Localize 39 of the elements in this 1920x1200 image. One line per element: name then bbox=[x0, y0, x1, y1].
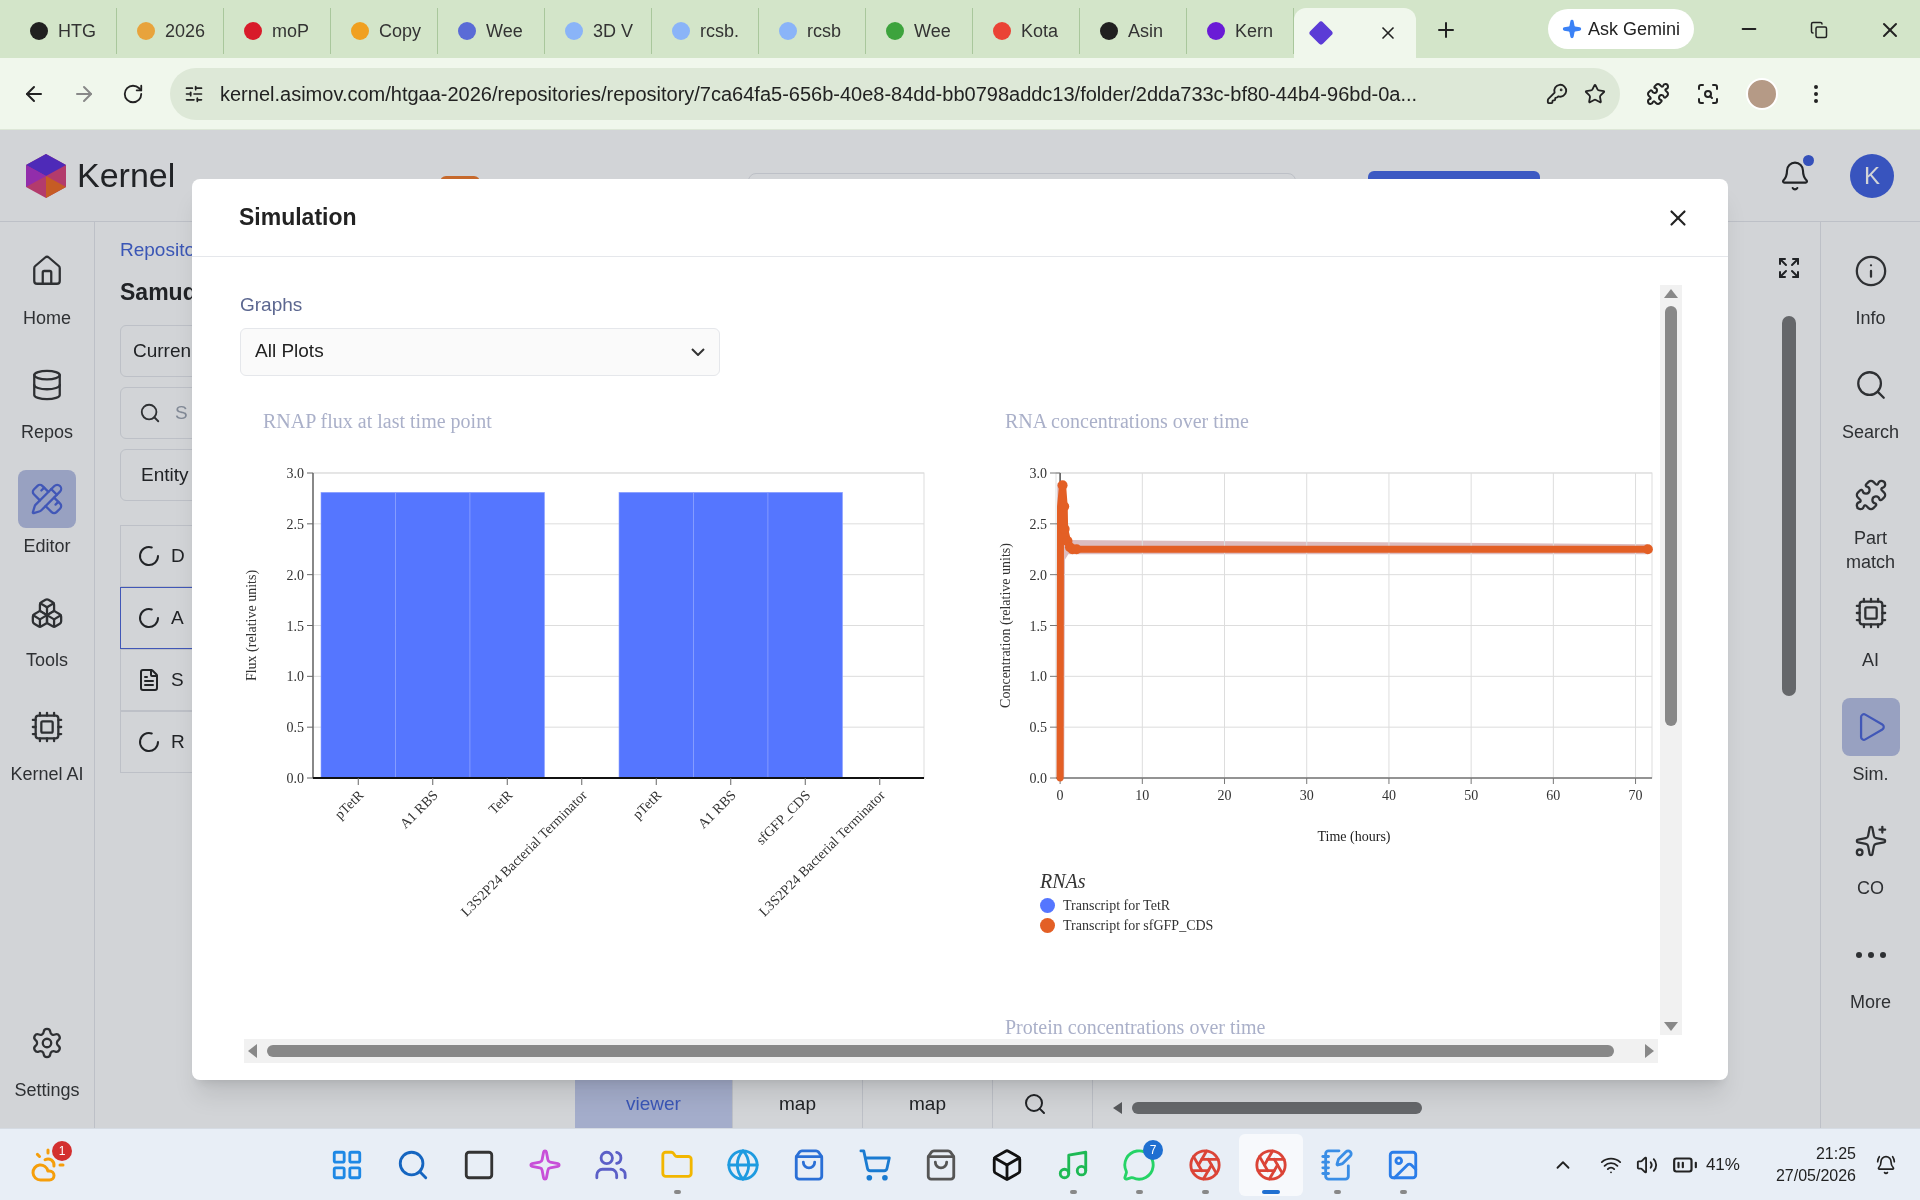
tick-label: 10 bbox=[1135, 787, 1150, 803]
legend-title: RNAs bbox=[1040, 868, 1086, 894]
field-label: Graphs bbox=[240, 293, 303, 317]
tick-label: 1.0 bbox=[286, 668, 304, 684]
axis-title: Concentration (relative units) bbox=[998, 542, 1013, 708]
tick-label: 0.5 bbox=[286, 719, 304, 735]
brand-name: Kernel bbox=[77, 155, 176, 196]
battery-percent: 41% bbox=[1705, 1153, 1740, 1176]
tick-label: 40 bbox=[1381, 787, 1396, 803]
tick-label: 3.0 bbox=[1029, 465, 1047, 481]
tick-label: 30 bbox=[1299, 787, 1314, 803]
tick-label: 60 bbox=[1546, 787, 1561, 803]
tick-label: 0.5 bbox=[1029, 719, 1047, 735]
tick-label: 70 bbox=[1628, 787, 1643, 803]
dialog-title: Simulation bbox=[239, 203, 357, 233]
notification-badge: 7 bbox=[1143, 1139, 1163, 1160]
chart-title: RNA concentrations over time bbox=[1005, 408, 1249, 434]
axis-title: Time (hours) bbox=[1317, 828, 1391, 844]
tick-label: 0.0 bbox=[1029, 770, 1047, 786]
tick-label: 1.0 bbox=[1029, 668, 1047, 684]
tick-label: 2.5 bbox=[286, 516, 304, 532]
tick-label: 2.5 bbox=[1029, 516, 1047, 532]
legend-label: Transcript for TetR bbox=[1063, 896, 1171, 915]
axis-title: Flux (relative units) bbox=[244, 569, 259, 681]
chart-title: Protein concentrations over time bbox=[1005, 1014, 1266, 1035]
tick-label: 1.5 bbox=[1029, 618, 1047, 633]
legend-label: Transcript for sfGFP_CDS bbox=[1063, 916, 1214, 935]
notification-badge: 1 bbox=[52, 1140, 72, 1161]
tick-label: 50 bbox=[1464, 787, 1479, 803]
tick-label: 2.0 bbox=[1029, 567, 1047, 583]
tick-label: 3.0 bbox=[286, 465, 304, 481]
chart-title: RNAP flux at last time point bbox=[263, 408, 492, 434]
tick-label: 0 bbox=[1056, 787, 1064, 803]
category-label: TetR bbox=[485, 787, 516, 817]
tick-label: 0.0 bbox=[286, 770, 304, 786]
tick-label: 20 bbox=[1217, 787, 1232, 803]
tick-label: 2.0 bbox=[286, 567, 304, 583]
url-text: kernel.asimov.com/htgaa-2026/repositories/repository/7ca64fa5-656b-40e8-84dd-bb0798addc13/folder/2dda733c-bf80-44b4-96bd-0a... bbox=[220, 81, 1419, 107]
tick-label: 1.5 bbox=[286, 618, 304, 633]
